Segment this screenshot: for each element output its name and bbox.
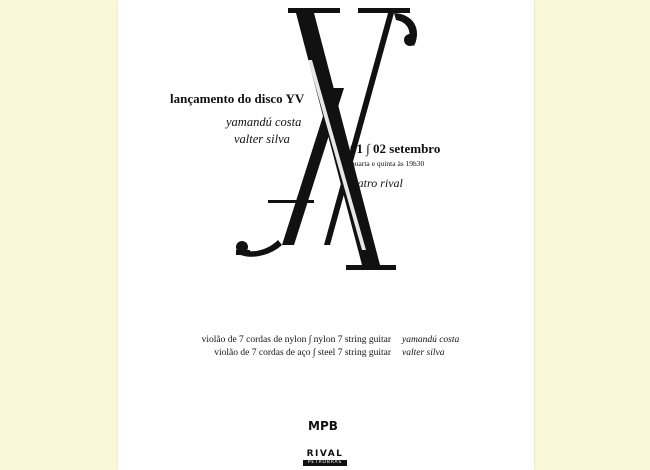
monogram-serif-bottom-right xyxy=(346,265,396,270)
event-poster: lançamento do disco YV yamandú costa val… xyxy=(118,0,534,470)
event-time: quarta e quinta às 19h30 xyxy=(351,159,425,168)
artist-name-1: yamandú costa xyxy=(226,115,302,129)
rival-logo-name: RIVAL xyxy=(306,449,344,459)
artist-name-2: valter silva xyxy=(234,132,290,146)
event-venue: teatro rival xyxy=(349,176,403,190)
credit-musician-1: yamandú costa xyxy=(402,335,460,345)
monogram-serif-top-right xyxy=(358,8,410,13)
monogram-top-ball xyxy=(404,34,416,46)
credit-instrument-1: violão de 7 cordas de nylon ∫ nylon 7 st… xyxy=(201,335,391,345)
credit-instrument-2: violão de 7 cordas de aço ∫ steel 7 stri… xyxy=(214,348,391,358)
mpb-logo: MPB xyxy=(308,419,338,433)
monogram-crossbar xyxy=(268,200,314,203)
event-dates: 01 ∫ 02 setembro xyxy=(350,141,441,156)
monogram-bottom-ball xyxy=(236,241,248,253)
yv-monogram-graphic xyxy=(236,8,418,270)
rival-logo-sponsor: PETROBRAS xyxy=(303,460,347,466)
monogram-serif-top-left xyxy=(288,8,340,13)
album-launch-title: lançamento do disco YV xyxy=(170,91,305,106)
monogram-thick-diagonal xyxy=(296,13,380,265)
teatro-rival-logo: RIVAL PETROBRAS xyxy=(303,449,347,467)
credit-musician-2: valter silva xyxy=(402,348,445,358)
